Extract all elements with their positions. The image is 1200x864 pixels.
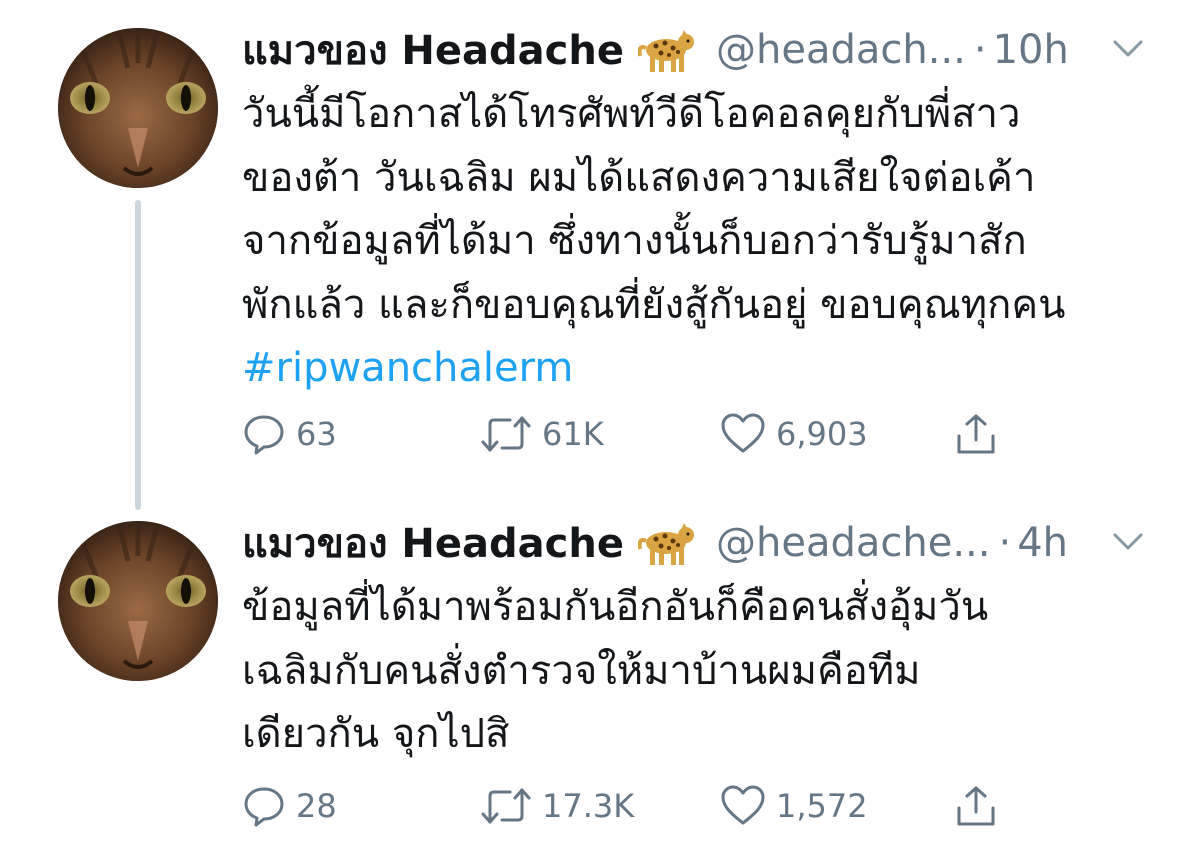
retweet-count: 61K xyxy=(542,415,604,453)
tweet-timestamp[interactable]: 4h xyxy=(1017,520,1068,566)
tweet-text-line: วันนี้มีโอกาสได้โทรศัพท์วีดีโอคอลคุยกับพ… xyxy=(242,91,1021,137)
share-icon xyxy=(957,786,995,826)
reply-button[interactable]: 63 xyxy=(242,404,337,464)
tweet-text-line: เดียวกัน จุกไปสิ xyxy=(242,711,510,757)
cat-face-avatar-icon xyxy=(58,28,218,188)
like-button[interactable]: 6,903 xyxy=(720,404,868,464)
tweet-text-line: ข้อมูลที่ได้มาพร้อมกันอีกอันก็คือคนสั่งอ… xyxy=(242,584,989,630)
tweet[interactable]: แมวของ Headache @headach... · 10h วันนี้… xyxy=(0,0,1200,500)
chevron-down-icon[interactable] xyxy=(1112,531,1144,553)
tweet-text-line: เฉลิมกับคนสั่งตำรวจให้มาบ้านผมคือทีม xyxy=(242,647,921,694)
share-icon xyxy=(957,414,995,454)
tweet-actions: 28 17.3K 1,572 xyxy=(242,776,1062,836)
hashtag-link[interactable]: #ripwanchalerm xyxy=(242,337,1172,401)
retweet-count: 17.3K xyxy=(542,787,635,825)
like-button[interactable]: 1,572 xyxy=(720,776,868,836)
separator-dot: · xyxy=(973,27,987,73)
tweet-header: แมวของ Headache @headache... · 4h xyxy=(242,515,1068,571)
reply-count: 63 xyxy=(296,415,337,453)
retweet-icon xyxy=(481,788,531,824)
retweet-button[interactable]: 61K xyxy=(480,404,604,464)
tweet-text: ข้อมูลที่ได้มาพร้อมกันอีกอันก็คือคนสั่งอ… xyxy=(242,576,1172,767)
heart-icon xyxy=(721,413,765,453)
retweet-icon xyxy=(481,416,531,452)
chevron-down-icon[interactable] xyxy=(1112,38,1144,60)
tweet-text-line: จากข้อมูลที่ได้มา ซึ่งทางนั้นก็บอกว่ารับ… xyxy=(242,218,1027,264)
user-handle[interactable]: @headache... xyxy=(716,520,990,566)
tweet-text-line: พักแล้ว และก็ขอบคุณที่ยังสู้กันอยู่ ขอบค… xyxy=(242,281,1066,328)
cat-face-avatar-icon xyxy=(58,521,218,681)
separator-dot: · xyxy=(998,520,1012,566)
tweet-text: วันนี้มีโอกาสได้โทรศัพท์วีดีโอคอลคุยกับพ… xyxy=(242,83,1172,401)
share-button[interactable] xyxy=(954,776,998,836)
display-name[interactable]: แมวของ Headache xyxy=(242,18,624,82)
tweet-timestamp[interactable]: 10h xyxy=(993,27,1069,73)
reply-button[interactable]: 28 xyxy=(242,776,337,836)
heart-icon xyxy=(721,785,765,825)
display-name[interactable]: แมวของ Headache xyxy=(242,511,624,575)
like-count: 6,903 xyxy=(776,415,868,453)
tweet-text-line: ของต้า วันเฉลิม ผมได้แสดงความเสียใจต่อเค… xyxy=(242,154,1036,201)
retweet-button[interactable]: 17.3K xyxy=(480,776,634,836)
leopard-emoji-icon xyxy=(637,519,698,567)
like-count: 1,572 xyxy=(776,787,868,825)
tweet-header: แมวของ Headache @headach... · 10h xyxy=(242,22,1069,78)
leopard-emoji-icon xyxy=(637,26,698,74)
reply-icon xyxy=(244,415,284,455)
reply-count: 28 xyxy=(296,787,337,825)
avatar[interactable] xyxy=(58,521,218,681)
tweet-actions: 63 61K 6,903 xyxy=(242,404,1062,464)
tweet[interactable]: แมวของ Headache @headache... · 4h ข้อมูล… xyxy=(0,500,1200,864)
avatar[interactable] xyxy=(58,28,218,188)
user-handle[interactable]: @headach... xyxy=(716,27,966,73)
reply-icon xyxy=(244,787,284,827)
share-button[interactable] xyxy=(954,404,998,464)
